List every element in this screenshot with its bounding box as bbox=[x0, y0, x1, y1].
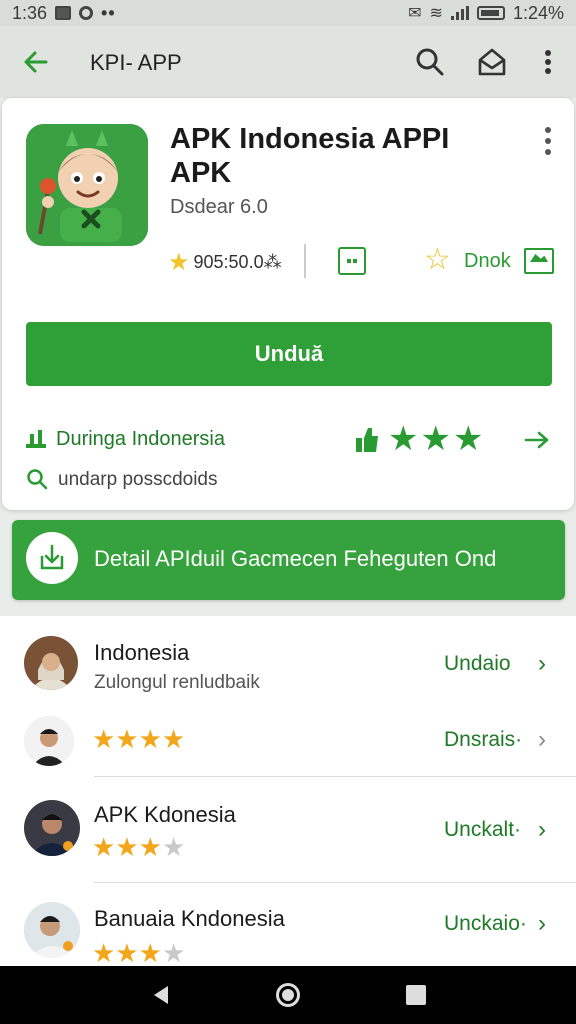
app-bar: KPI- APP bbox=[0, 26, 576, 98]
status-bar: 1:36 •• ✉ ≋ 1:24% bbox=[0, 0, 576, 26]
search-icon bbox=[27, 469, 48, 490]
search-icon[interactable] bbox=[414, 46, 446, 78]
app-developer: Dsdear 6.0 bbox=[170, 196, 268, 218]
status-time: 1:36 bbox=[12, 2, 48, 23]
more-vert-icon[interactable] bbox=[532, 46, 564, 78]
star-outline-icon[interactable]: ☆ bbox=[424, 245, 451, 275]
app-icon bbox=[26, 124, 148, 246]
battery-icon bbox=[476, 6, 505, 20]
download-icon bbox=[26, 532, 78, 584]
nav-home-icon[interactable] bbox=[276, 983, 300, 1007]
item-rating: ★★★★ bbox=[92, 832, 186, 862]
chevron-right-icon[interactable]: › bbox=[538, 910, 546, 938]
list-item[interactable]: ★★★★ Dnsrais· › bbox=[0, 712, 576, 778]
signal-icon bbox=[450, 6, 469, 20]
item-action[interactable]: Unckalt· bbox=[444, 818, 521, 842]
nav-back-icon[interactable] bbox=[150, 984, 172, 1006]
vibrate-icon: ✉ bbox=[408, 5, 422, 22]
chevron-right-icon[interactable]: › bbox=[538, 726, 546, 754]
category-icon[interactable] bbox=[338, 247, 366, 275]
item-name: Banuaia Kndonesia bbox=[94, 906, 285, 931]
ranking-stars: ★★★ bbox=[388, 420, 486, 458]
divider bbox=[94, 882, 576, 883]
more-notifications-icon: •• bbox=[101, 2, 116, 23]
rating-summary: ★ 905:50.0⁂ bbox=[168, 248, 282, 277]
rating-value: 905:50.0⁂ bbox=[193, 252, 282, 272]
sync-notification-icon bbox=[79, 6, 94, 20]
search-label: undarp posscdoids bbox=[58, 469, 218, 490]
app-bar-title: KPI- APP bbox=[90, 50, 182, 75]
item-desc: Zulongul renludbaik bbox=[94, 672, 260, 693]
app-card: APK Indonesia APPI APK Dsdear 6.0 ★ 905:… bbox=[2, 98, 574, 510]
app-title: APK Indonesia APPI APK bbox=[170, 123, 450, 189]
avatar bbox=[24, 902, 80, 958]
list-item[interactable]: Banuaia Kndonesia ★★★★ Unckaio· › bbox=[0, 884, 576, 966]
chevron-right-icon[interactable]: › bbox=[538, 650, 546, 678]
item-rating: ★★★★ bbox=[92, 724, 186, 754]
avatar bbox=[24, 636, 78, 690]
install-button[interactable]: Unduă bbox=[26, 322, 552, 386]
ranking-label: Duringa Indonersia bbox=[56, 428, 225, 450]
secondary-label[interactable]: Dnok bbox=[464, 250, 511, 273]
divider bbox=[94, 776, 576, 777]
item-name: APK Kdonesia bbox=[94, 802, 236, 827]
star-icon: ★ bbox=[168, 249, 190, 276]
item-rating: ★★★★ bbox=[92, 938, 186, 966]
chevron-right-icon[interactable]: › bbox=[538, 816, 546, 844]
avatar bbox=[24, 800, 80, 856]
avatar bbox=[24, 716, 74, 766]
item-action[interactable]: Unckaio· bbox=[444, 912, 527, 936]
app-meta-row: ★ 905:50.0⁂ ☆ Dnok bbox=[168, 244, 558, 280]
system-nav-bar bbox=[0, 966, 576, 1024]
item-action[interactable]: Dnsrais· bbox=[444, 728, 522, 752]
screenshot-icon[interactable] bbox=[524, 248, 554, 274]
back-arrow-icon[interactable] bbox=[20, 46, 52, 78]
list-item[interactable]: APK Kdonesia ★★★★ Unckalt· › bbox=[0, 778, 576, 882]
image-notification-icon bbox=[55, 6, 72, 20]
wifi-icon: ≋ bbox=[429, 5, 443, 22]
app-list: Indonesia Zulongul renludbaik Undaio › ★… bbox=[0, 616, 576, 966]
arrow-right-icon[interactable] bbox=[524, 430, 550, 450]
item-action[interactable]: Undaio bbox=[444, 652, 511, 676]
thumb-icon bbox=[356, 428, 378, 452]
search-row[interactable]: undarp posscdoids bbox=[24, 466, 424, 494]
nav-recents-icon[interactable] bbox=[406, 985, 426, 1005]
ranking-row[interactable]: Duringa Indonersia ★★★ bbox=[24, 420, 554, 458]
trophy-icon bbox=[26, 430, 46, 448]
item-name: Indonesia bbox=[94, 640, 190, 665]
detail-banner[interactable]: Detail APIduil Gacmecen Feheguten Ond bbox=[12, 520, 565, 600]
status-battery-time: 1:24% bbox=[512, 2, 564, 23]
list-item[interactable]: Indonesia Zulongul renludbaik Undaio › bbox=[0, 616, 576, 712]
share-icon[interactable] bbox=[476, 46, 508, 78]
more-vert-icon[interactable] bbox=[540, 126, 556, 156]
banner-label: Detail APIduil Gacmecen Feheguten Ond bbox=[94, 546, 497, 571]
divider bbox=[304, 244, 306, 278]
